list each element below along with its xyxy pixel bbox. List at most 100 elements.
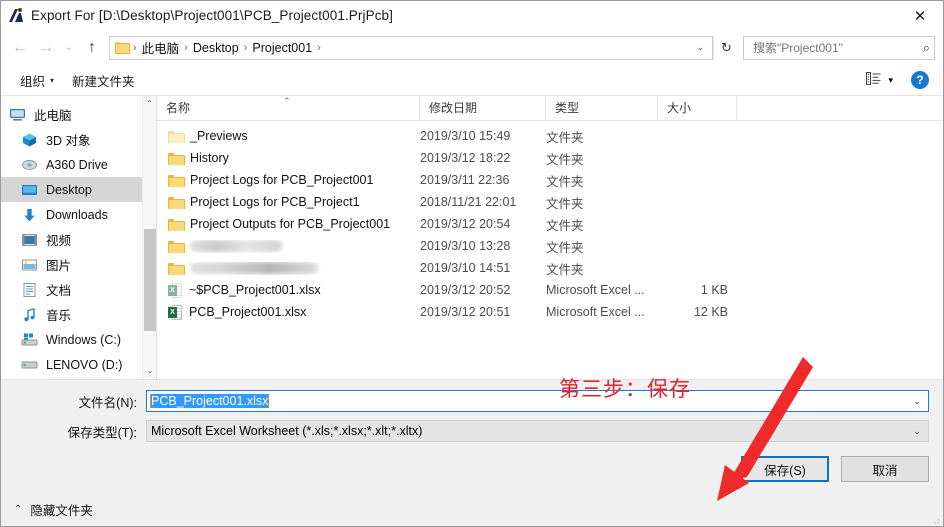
hide-folders-button[interactable]: 隐藏文件夹 [30,500,93,519]
folder-icon [168,196,185,209]
footer-bar: ⌃ 隐藏文件夹 [1,492,943,526]
file-date-cell: 2019/3/10 14:51 [420,261,511,275]
chevron-down-icon: ▾ [50,75,55,85]
sidebar-item-label: Desktop [46,182,92,197]
pictures-icon [21,257,38,273]
scroll-down-icon[interactable]: ⌄ [143,363,156,377]
file-name-cell: Project Logs for PCB_Project001 [157,173,420,187]
sidebar-item-3d-objects[interactable]: 3D 对象 [1,127,156,152]
dialog-body: 此电脑 3D 对象 A360 Drive Desktop Downloads 视… [1,95,943,380]
sidebar-item-videos[interactable]: 视频 [1,227,156,252]
close-icon[interactable]: ✕ [897,1,943,30]
table-row[interactable]: 2019/3/10 13:28 文件夹 [157,235,943,257]
sidebar-item-drive-redacted-1[interactable] [1,377,156,379]
sidebar-item-documents[interactable]: 文档 [1,277,156,302]
column-header-type[interactable]: 类型 [546,95,658,121]
navigation-bar: ← → ⌄ ↑ › 此电脑 › Desktop › Project001 › ⌄… [1,30,943,65]
column-headers: 名称 ⌃ 修改日期 类型 大小 [157,95,943,121]
file-name-cell: X ~$PCB_Project001.xlsx [157,282,420,298]
filetype-select[interactable]: Microsoft Excel Worksheet (*.xls;*.xlsx;… [146,420,929,442]
altium-icon [7,7,25,25]
file-date-cell: 2019/3/12 18:22 [420,151,511,165]
file-type-cell: 文件夹 [546,174,584,189]
table-row[interactable]: Project Logs for PCB_Project001 2019/3/1… [157,169,943,191]
chevron-up-icon[interactable]: ⌃ [14,504,22,515]
help-icon[interactable]: ? [911,71,929,89]
filename-value[interactable]: PCB_Project001.xlsx [147,394,906,408]
breadcrumb-this-pc[interactable]: 此电脑 [138,36,184,59]
file-name-label: ~$PCB_Project001.xlsx [189,283,321,297]
chevron-down-icon[interactable]: ⌄ [906,426,928,437]
file-type-cell: Microsoft Excel ... [546,283,645,297]
file-rows: _Previews 2019/3/10 15:49 文件夹 History 20… [157,121,943,379]
videos-icon [21,232,38,248]
filename-row: 文件名(N): PCB_Project001.xlsx ⌄ [1,390,943,412]
sidebar-item-this-pc[interactable]: 此电脑 [1,102,156,127]
file-type-cell: 文件夹 [546,152,584,167]
sort-ascending-icon: ⌃ [283,95,291,106]
file-type-cell: 文件夹 [546,196,584,211]
table-row[interactable]: History 2019/3/12 18:22 文件夹 [157,147,943,169]
search-input[interactable] [751,39,923,56]
filename-label: 文件名(N): [78,395,137,410]
sidebar-item-label: 文档 [46,284,72,298]
save-button[interactable]: 保存(S) [741,456,829,482]
sidebar-scrollbar[interactable]: ⌃ ⌄ [142,96,156,379]
file-name-cell: Project Outputs for PCB_Project001 [157,217,420,231]
sidebar-item-downloads[interactable]: Downloads [1,202,156,227]
sidebar-item-pictures[interactable]: 图片 [1,252,156,277]
file-date-cell: 2019/3/12 20:54 [420,217,511,231]
sidebar-item-lenovo-d[interactable]: LENOVO (D:) [1,352,156,377]
address-bar[interactable]: › 此电脑 › Desktop › Project001 › ⌄ [109,35,713,60]
folder-pale-icon [168,130,185,143]
chevron-down-icon[interactable]: ⌄ [690,42,710,53]
sidebar-item-label: 音乐 [46,309,72,323]
column-header-name[interactable]: 名称 ⌃ [157,95,420,121]
table-row[interactable]: Project Logs for PCB_Project1 2018/11/21… [157,191,943,213]
folder-icon [168,240,185,253]
folder-icon [168,152,185,165]
scroll-up-icon[interactable]: ⌃ [143,96,156,110]
table-row[interactable]: X ~$PCB_Project001.xlsx 2019/3/12 20:52 … [157,279,943,301]
sidebar-item-a360-drive[interactable]: A360 Drive [1,152,156,177]
cancel-button[interactable]: 取消 [841,456,929,482]
search-box[interactable]: ⌕ [743,35,935,60]
scrollbar-thumb[interactable] [144,229,156,331]
back-button[interactable]: ← [7,35,33,61]
sidebar-item-label: 图片 [46,259,72,273]
file-name-label-redacted [190,262,318,274]
folder-icon [168,218,185,231]
table-row[interactable]: 2019/3/10 14:51 文件夹 [157,257,943,279]
a360-drive-icon [21,157,38,173]
chevron-down-icon[interactable]: ⌄ [906,396,928,407]
table-row[interactable]: X PCB_Project001.xlsx 2019/3/12 20:51 Mi… [157,301,943,323]
sidebar-item-desktop[interactable]: Desktop [1,177,156,202]
downloads-icon [21,207,38,223]
sidebar-item-music[interactable]: 音乐 [1,302,156,327]
title-bar: Export For [D:\Desktop\Project001\PCB_Pr… [1,1,943,30]
recent-locations-button[interactable]: ⌄ [59,35,79,61]
breadcrumb-project001[interactable]: Project001 [248,39,316,57]
window-title: Export For [D:\Desktop\Project001\PCB_Pr… [31,8,394,23]
file-size-cell: 12 KB [693,305,728,319]
file-name-label: PCB_Project001.xlsx [189,305,307,319]
sidebar-item-windows-c[interactable]: Windows (C:) [1,327,156,352]
breadcrumb-desktop[interactable]: Desktop [189,39,243,57]
filetype-row: 保存类型(T): Microsoft Excel Worksheet (*.xl… [1,420,943,442]
file-name-label: _Previews [190,129,248,143]
refresh-icon[interactable]: ↻ [713,35,739,60]
filename-field[interactable]: PCB_Project001.xlsx ⌄ [146,390,929,412]
view-list-icon [866,72,881,88]
table-row[interactable]: _Previews 2019/3/10 15:49 文件夹 [157,125,943,147]
column-header-date[interactable]: 修改日期 [420,95,546,121]
file-type-cell: 文件夹 [546,218,584,233]
new-folder-button[interactable]: 新建文件夹 [63,67,144,94]
file-name-cell: Project Logs for PCB_Project1 [157,195,420,209]
resize-grip[interactable] [930,514,940,524]
view-mode-button[interactable]: ▾ [858,72,901,88]
forward-button[interactable]: → [33,35,59,61]
table-row[interactable]: Project Outputs for PCB_Project001 2019/… [157,213,943,235]
up-button[interactable]: ↑ [79,35,105,61]
column-header-size[interactable]: 大小 [658,95,737,121]
organize-button[interactable]: 组织 ▾ [11,67,63,94]
